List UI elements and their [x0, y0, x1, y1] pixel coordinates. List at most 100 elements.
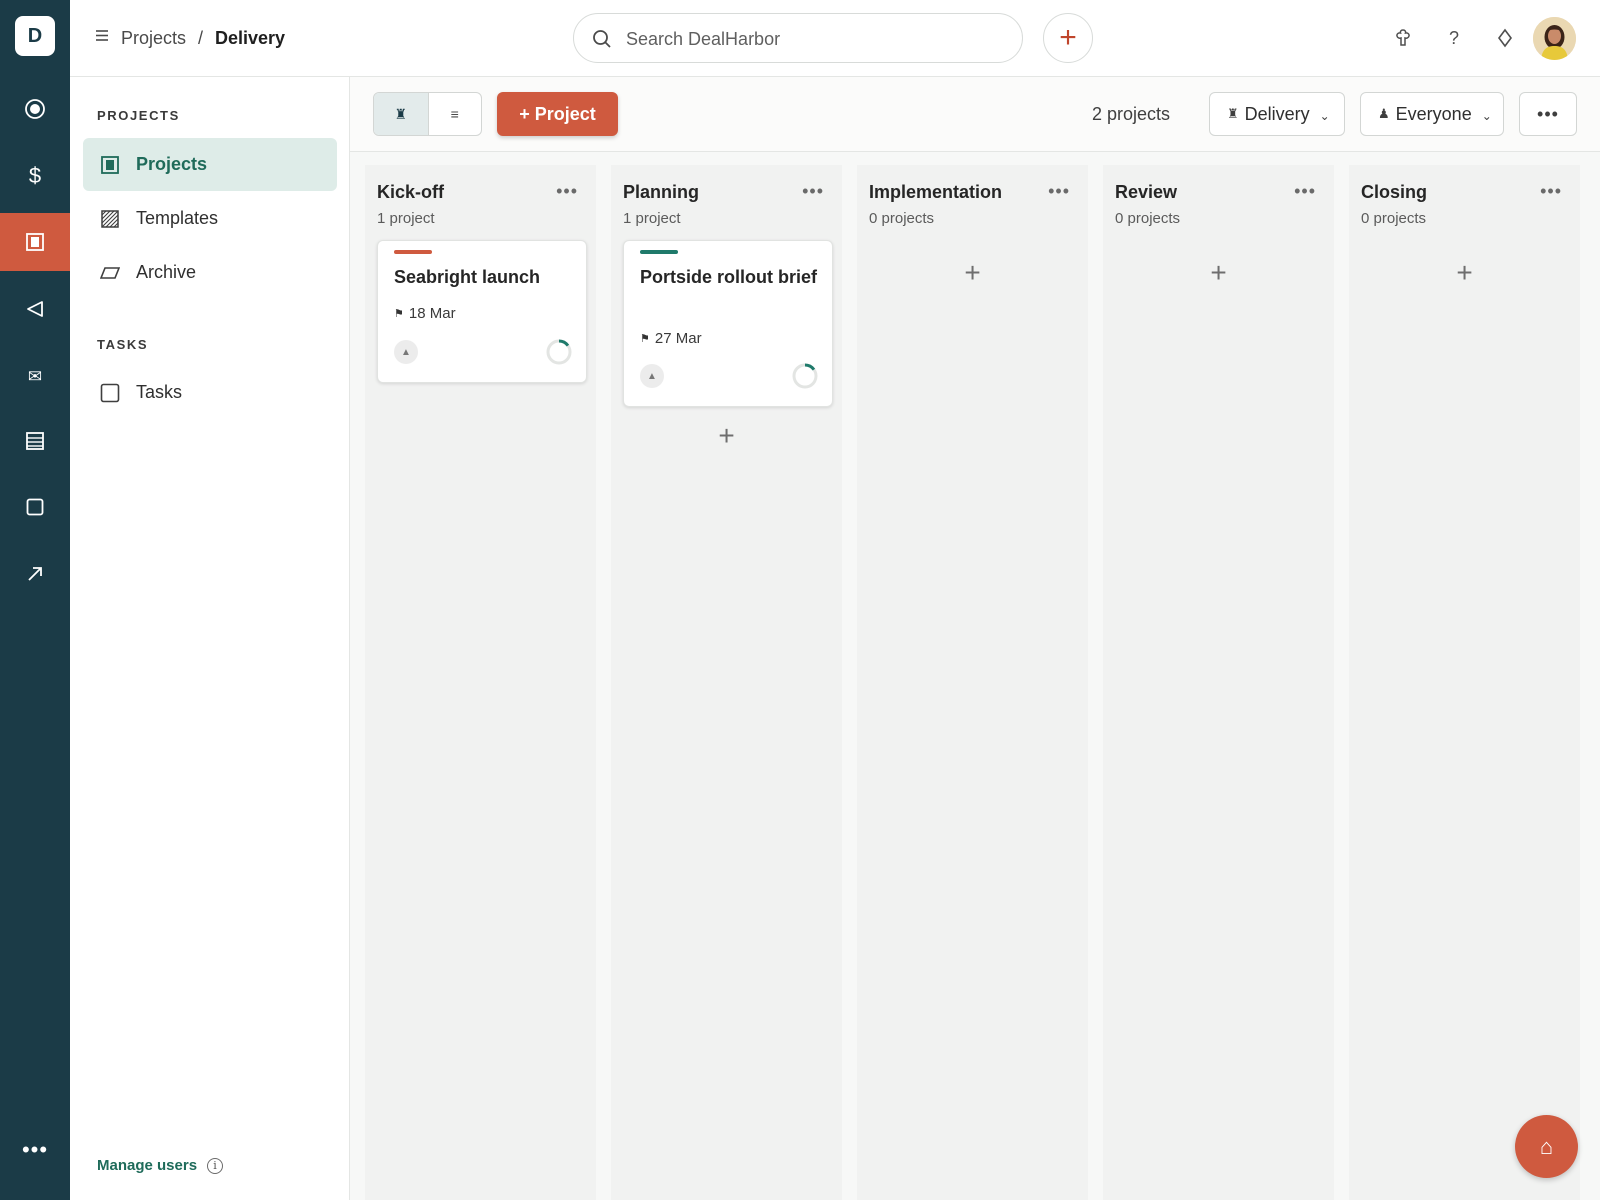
info-icon[interactable]: i [207, 1157, 224, 1174]
card-owner-avatar[interactable]: ▲ [640, 364, 664, 388]
home-icon: ⌂ [1539, 1133, 1554, 1159]
add-card-button[interactable]: + [1349, 257, 1580, 289]
breadcrumb-projects[interactable]: Projects [121, 27, 186, 49]
column-menu-button[interactable]: ••• [556, 181, 578, 202]
list-view-button[interactable]: ≡ [427, 93, 482, 135]
app-logo[interactable]: D [15, 16, 55, 56]
projects-icon [26, 233, 44, 251]
board-column-implementation: Implementation 0 projects ••• + [857, 165, 1088, 1200]
projects-section-label: PROJECTS [97, 108, 180, 123]
search-input[interactable] [626, 26, 1006, 52]
column-menu-button[interactable]: ••• [1540, 181, 1562, 202]
board-toolbar: ♜ ≡ + Project 2 projects ♜ Delivery ⌄ ♟ … [350, 77, 1600, 152]
view-toggle: ♜ ≡ [373, 92, 482, 136]
progress-ring [546, 339, 572, 365]
board-column-planning: Planning 1 project ••• Portside rollout … [611, 165, 842, 1200]
card-due-date: ⚑ 18 Mar [394, 305, 456, 322]
rail-dashboard[interactable] [0, 80, 70, 138]
card-status-bar [394, 250, 432, 254]
pipeline-icon: ♜ [1227, 106, 1239, 121]
home-fab-button[interactable]: ⌂ [1515, 1115, 1578, 1178]
sidenav-item-label: Projects [136, 154, 208, 174]
column-count: 1 project [377, 210, 435, 227]
rail-mail[interactable]: ✉ [0, 348, 70, 406]
user-icon: ♟ [1378, 106, 1390, 121]
add-card-button[interactable]: + [611, 420, 842, 452]
dollar-icon: $ [28, 163, 42, 188]
board-column-closing: Closing 0 projects ••• + [1349, 165, 1580, 1200]
card-title: Seabright launch [394, 267, 541, 287]
user-avatar[interactable] [1533, 17, 1576, 60]
column-menu-button[interactable]: ••• [1294, 181, 1316, 202]
add-card-button[interactable]: + [1103, 257, 1334, 289]
board-view-icon: ♜ [394, 105, 408, 122]
send-icon [26, 300, 44, 318]
column-menu-button[interactable]: ••• [802, 181, 824, 202]
marketplace-icon[interactable] [1389, 24, 1417, 52]
column-count: 1 project [623, 210, 681, 227]
upgrade-icon[interactable] [1491, 24, 1519, 52]
sidenav-item-label: Templates [136, 208, 219, 228]
rail-projects[interactable] [0, 213, 70, 271]
tasks-section-label: TASKS [97, 337, 149, 352]
sidenav-item-projects[interactable]: Projects [83, 138, 337, 191]
pipeline-filter-dropdown[interactable]: ♜ Delivery ⌄ [1209, 92, 1345, 136]
sidenav-item-archive[interactable]: Archive [83, 246, 337, 299]
app-rail: D $ ✉ ••• [0, 0, 70, 1200]
new-project-button[interactable]: + Project [497, 92, 618, 136]
column-count: 0 projects [1361, 210, 1427, 227]
card-title: Portside rollout brief [640, 267, 818, 287]
sidenav-item-tasks[interactable]: Tasks [83, 366, 337, 419]
column-menu-button[interactable]: ••• [1048, 181, 1070, 202]
manage-users-label: Manage users [97, 1157, 198, 1174]
manage-users-link[interactable]: Manage users i [97, 1157, 224, 1174]
card-status-bar [640, 250, 678, 254]
rail-deals[interactable]: $ [0, 147, 70, 205]
board-view-button[interactable]: ♜ [374, 93, 428, 135]
chevron-down-icon: ⌄ [1319, 109, 1330, 123]
owner-filter-value: Everyone [1395, 103, 1472, 124]
project-count: 2 projects [1091, 104, 1170, 124]
sidenav-item-templates[interactable]: Templates [83, 192, 337, 245]
search-icon [592, 29, 612, 54]
rail-products[interactable] [0, 478, 70, 536]
side-nav: PROJECTS Projects Templates Archive TASK… [70, 77, 350, 1200]
hamburger-menu-icon[interactable] [94, 27, 110, 43]
card-date-text: 18 Mar [408, 305, 456, 322]
column-count: 0 projects [869, 210, 935, 227]
templates-icon [99, 208, 121, 230]
box-icon [26, 498, 44, 516]
more-options-button[interactable]: ••• [1519, 92, 1577, 136]
column-title: Review [1115, 182, 1178, 202]
column-title: Closing [1361, 182, 1427, 202]
rail-more-button[interactable]: ••• [0, 1128, 70, 1172]
project-card[interactable]: Seabright launch ⚑ 18 Mar ▲ [377, 240, 587, 383]
add-card-button[interactable]: + [857, 257, 1088, 289]
flag-icon: ⚑ [394, 308, 404, 320]
rail-reports[interactable] [0, 412, 70, 470]
search-box[interactable] [573, 13, 1023, 63]
help-icon[interactable]: ? [1440, 24, 1468, 52]
quick-add-button[interactable]: + [1043, 13, 1093, 63]
breadcrumb-separator: / [198, 28, 204, 48]
sidenav-item-label: Archive [136, 262, 197, 282]
rail-campaigns[interactable] [0, 280, 70, 338]
owner-filter-dropdown[interactable]: ♟ Everyone ⌄ [1360, 92, 1504, 136]
card-due-date: ⚑ 27 Mar [640, 330, 702, 347]
column-count: 0 projects [1115, 210, 1181, 227]
rail-insights[interactable] [0, 545, 70, 603]
board-column-review: Review 0 projects ••• + [1103, 165, 1334, 1200]
checkbox-icon [99, 382, 121, 404]
breadcrumb-current: Delivery [215, 28, 286, 48]
archive-icon [99, 262, 121, 284]
sidenav-item-label: Tasks [136, 382, 183, 402]
mail-icon: ✉ [27, 367, 43, 386]
flag-icon: ⚑ [640, 333, 650, 345]
project-card[interactable]: Portside rollout brief ⚑ 27 Mar ▲ [623, 240, 833, 407]
column-title: Planning [623, 182, 699, 202]
top-bar: Projects / Delivery + ? [70, 0, 1600, 77]
column-title: Kick-off [377, 182, 444, 202]
progress-ring [792, 363, 818, 389]
table-icon [26, 432, 44, 450]
card-owner-avatar[interactable]: ▲ [394, 340, 418, 364]
